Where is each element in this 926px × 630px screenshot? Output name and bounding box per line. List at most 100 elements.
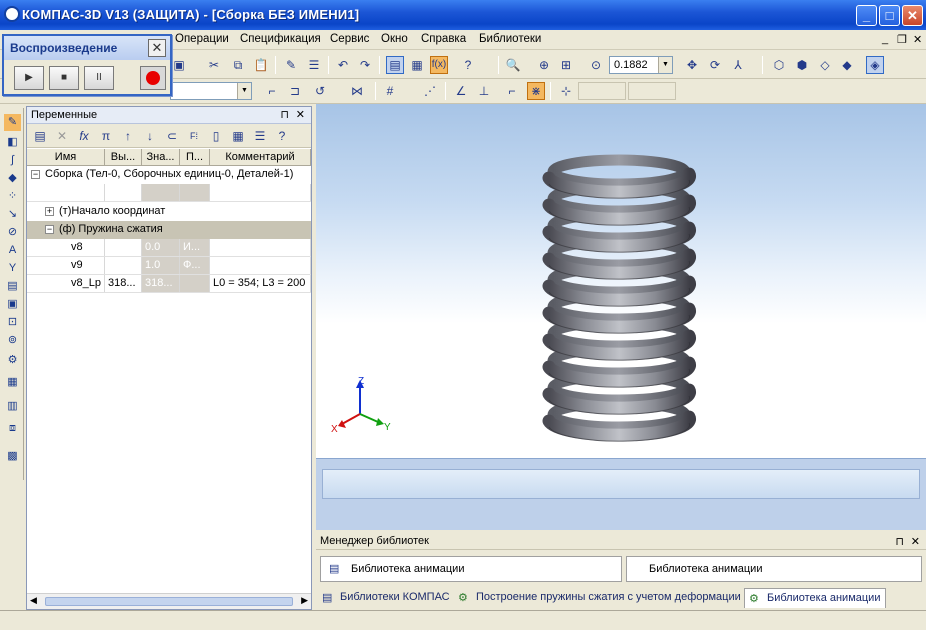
edit-assembly-icon[interactable]: ✎: [4, 114, 21, 131]
library-content[interactable]: Библиотека анимации: [626, 556, 922, 582]
link-icon[interactable]: ⊂: [163, 127, 181, 145]
layer-combo[interactable]: ▼: [170, 82, 252, 100]
coord-y-field[interactable]: [628, 82, 676, 100]
mate-icon[interactable]: ⊘: [4, 224, 21, 241]
aux-geometry-icon[interactable]: ↘: [4, 206, 21, 223]
pin-icon[interactable]: ⊓: [895, 535, 904, 548]
report-icon[interactable]: ▣: [4, 296, 21, 313]
sheet-icon[interactable]: ▯: [207, 127, 225, 145]
menu-window[interactable]: Окно: [381, 33, 408, 45]
library-item[interactable]: ▤ Библиотека анимации: [320, 556, 622, 582]
tab-kompas-libraries[interactable]: ▤ Библиотеки КОМПАС: [318, 588, 452, 608]
zoom-window-icon[interactable]: 🔍: [504, 56, 522, 74]
array-icon[interactable]: ⁘: [4, 188, 21, 205]
table-row[interactable]: v9 1.0 Ф...: [27, 257, 311, 275]
format-brush-icon[interactable]: ✎: [282, 56, 300, 74]
pin-icon[interactable]: ⊓: [280, 108, 289, 121]
tree-row-assembly[interactable]: − Сборка (Тел-0, Сборочных единиц-0, Дет…: [27, 166, 311, 184]
angle-icon[interactable]: ∠: [452, 82, 470, 100]
folder-icon[interactable]: ▦: [4, 374, 21, 391]
col-value[interactable]: Зна...: [142, 149, 180, 166]
cut-icon[interactable]: ✂: [205, 56, 223, 74]
measure-icon[interactable]: ⊡: [4, 314, 21, 331]
move-down-icon[interactable]: ↓: [141, 127, 159, 145]
scroll-thumb[interactable]: [45, 597, 293, 606]
help-icon[interactable]: ?: [273, 127, 291, 145]
wireframe-icon[interactable]: ⬡: [770, 56, 788, 74]
tree-row-origin[interactable]: + (т)Начало координат: [27, 203, 311, 221]
orientation-icon[interactable]: ⅄: [729, 56, 747, 74]
filter-icon[interactable]: Y: [4, 260, 21, 277]
rotate-icon[interactable]: ⟳: [706, 56, 724, 74]
close-window-button[interactable]: ✕: [902, 5, 923, 26]
insert-component-icon[interactable]: ⧈: [4, 420, 21, 437]
chevron-down-icon[interactable]: ▼: [658, 57, 672, 73]
tree-panel-icon[interactable]: ▤: [386, 56, 404, 74]
new-file-icon[interactable]: ▣: [170, 56, 188, 74]
playback-close-button[interactable]: ✕: [148, 39, 166, 57]
menu-service[interactable]: Сервис: [330, 33, 369, 45]
spline-icon[interactable]: ∫: [4, 152, 21, 169]
table-row[interactable]: [27, 184, 311, 202]
tab-spring-builder[interactable]: ⚙ Построение пружины сжатия с учетом деф…: [454, 588, 744, 608]
pause-button[interactable]: II: [84, 66, 114, 90]
zoom-combo[interactable]: 0.1882 ▼: [609, 56, 673, 74]
mdi-minimize-button[interactable]: _: [882, 33, 888, 45]
constraint-icon[interactable]: ⊐: [286, 82, 304, 100]
variables-fx-button[interactable]: f(x): [430, 56, 448, 74]
coordinates-icon[interactable]: ⊹: [557, 82, 575, 100]
snap-active-icon[interactable]: ⋇: [527, 82, 545, 100]
grid-icon[interactable]: #: [381, 82, 399, 100]
maximize-button[interactable]: □: [879, 5, 900, 26]
thin-lines-icon[interactable]: ◇: [816, 56, 834, 74]
collapse-icon[interactable]: −: [45, 225, 54, 234]
mdi-restore-button[interactable]: ❐: [897, 33, 907, 46]
new-variable-icon[interactable]: ▤: [31, 127, 49, 145]
dimension-icon[interactable]: A: [4, 242, 21, 259]
shaded-icon[interactable]: ◆: [838, 56, 856, 74]
stop-button[interactable]: ■: [49, 66, 79, 90]
col-name[interactable]: Имя: [27, 149, 105, 166]
tree-row-spring[interactable]: − (ф) Пружина сжатия: [27, 221, 311, 239]
properties-icon[interactable]: ☰: [305, 56, 323, 74]
table-icon[interactable]: ▦: [229, 127, 247, 145]
collapse-icon[interactable]: −: [31, 170, 40, 179]
snap-icon[interactable]: ⋰: [421, 82, 439, 100]
hidden-lines-icon[interactable]: ⬢: [793, 56, 811, 74]
zoom-in-icon[interactable]: ⊕: [535, 56, 553, 74]
surface-icon[interactable]: ◆: [4, 170, 21, 187]
local-cs-icon[interactable]: ⌐: [503, 82, 521, 100]
col-expression[interactable]: Вы...: [105, 149, 142, 166]
redo-icon[interactable]: ↷: [356, 56, 374, 74]
help-cursor-icon[interactable]: ?: [459, 56, 477, 74]
perspective-icon[interactable]: ◈: [866, 56, 884, 74]
table-row[interactable]: v8 0.0 И...: [27, 239, 311, 257]
expand-icon[interactable]: +: [45, 207, 54, 216]
move-up-icon[interactable]: ↑: [119, 127, 137, 145]
chevron-down-icon[interactable]: ▼: [237, 83, 251, 99]
minimize-button[interactable]: _: [856, 5, 877, 26]
table-row[interactable]: v8_Lp 318... 318... L0 = 354; L3 = 200: [27, 275, 311, 293]
mirror-icon[interactable]: ⋈: [348, 82, 366, 100]
scroll-right-icon[interactable]: ▶: [301, 595, 308, 606]
sketch-icon[interactable]: ⌐: [263, 82, 281, 100]
menu-specification[interactable]: Спецификация: [240, 33, 321, 45]
model-viewport[interactable]: Z X Y: [316, 104, 926, 458]
coord-x-field[interactable]: [578, 82, 626, 100]
menu-libraries[interactable]: Библиотеки: [479, 33, 541, 45]
ortho-icon[interactable]: ⊥: [475, 82, 493, 100]
paste-icon[interactable]: 📋: [252, 56, 270, 74]
horizontal-scrollbar[interactable]: ◀ ▶: [27, 593, 311, 609]
col-comment[interactable]: Комментарий: [210, 149, 311, 166]
mdi-close-button[interactable]: ✕: [913, 33, 922, 46]
col-parameter[interactable]: П...: [180, 149, 210, 166]
pan-icon[interactable]: ✥: [683, 56, 701, 74]
panel-close-icon[interactable]: ✕: [911, 535, 920, 548]
tab-animation-library[interactable]: ⚙ Библиотека анимации: [744, 588, 886, 608]
part-icon[interactable]: ◧: [4, 134, 21, 151]
zoom-scale-icon[interactable]: ⊙: [587, 56, 605, 74]
menu-operations[interactable]: Операции: [175, 33, 229, 45]
panel-close-icon[interactable]: ✕: [296, 108, 305, 121]
zoom-all-icon[interactable]: ⊞: [557, 56, 575, 74]
spec-icon[interactable]: ▤: [4, 278, 21, 295]
